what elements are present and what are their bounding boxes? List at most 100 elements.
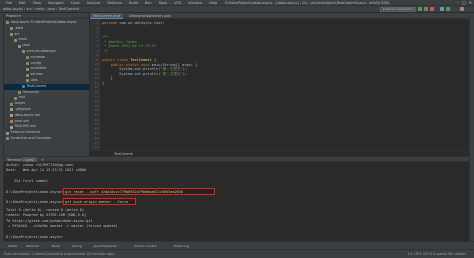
project-panel: Project ▾ dsbo-async D:\IdeaProjects\dsb… xyxy=(4,13,90,156)
status-message[interactable]: Push successful: 1 commit pushed to orig… xyxy=(4,252,114,256)
debug-icon[interactable] xyxy=(424,7,428,11)
brace: { xyxy=(151,58,157,62)
folder-icon xyxy=(26,56,29,60)
menu-item-view[interactable]: View xyxy=(33,1,41,5)
shell-prompt: D:\IdeaProjects\dsbo-async> xyxy=(6,199,63,204)
menu-item-build[interactable]: Build xyxy=(129,1,138,5)
line-number: 17 xyxy=(94,94,98,99)
keyword: public static void xyxy=(102,62,150,67)
keyword: package xyxy=(102,21,118,25)
terminal-line: D:\IdeaProjects\dsbo-async> xyxy=(6,234,63,239)
run-icon[interactable] xyxy=(418,7,422,11)
menu-item-refactor[interactable]: Refactor xyxy=(107,1,122,5)
terminal-line: D:\IdeaProjects\dsbo-async> xyxy=(6,200,63,205)
folder-icon xyxy=(18,90,21,94)
keyword: public class xyxy=(102,58,128,62)
line-number: 24 xyxy=(94,126,98,131)
menu-item-run[interactable]: Run xyxy=(145,1,152,5)
doc-comment: */ xyxy=(102,48,109,53)
menu-item-help[interactable]: Help xyxy=(209,1,217,5)
menu-item-window[interactable]: Window xyxy=(188,1,202,5)
line-number: 12 xyxy=(94,71,98,76)
method-signature: main(String[] args) { xyxy=(149,62,198,67)
line-number: 6 xyxy=(96,44,98,48)
terminal-line: D:\IdeaProjects\dsbo-async> xyxy=(6,190,63,195)
line-number: 19 xyxy=(94,103,98,108)
line-number: 27 xyxy=(94,140,98,145)
terminal-output[interactable]: Author: yuhao <327697754@qq.com> Date: W… xyxy=(4,162,469,249)
shell-prompt: D:\IdeaProjects\dsbo-async> xyxy=(6,189,63,194)
line-number: 4 xyxy=(96,34,98,39)
window-title: D:\IdeaProjects\dsbo-async - [dsbo-async… xyxy=(225,1,390,5)
vcs-commit-icon[interactable] xyxy=(446,7,450,11)
terminal-line: + 9f5b3b3...c2da10c master -> master (fo… xyxy=(6,223,118,228)
line-number: 14 xyxy=(94,80,98,85)
code-line: * @date 2021-04-14 15:21 xyxy=(102,44,156,49)
editor-gutter: 1 2 3 4 5 6 7 8 9 10 11 12 13 14 15 16 17 18 19 20 21 22 23 24 2… xyxy=(90,19,100,156)
class-name: TestCommit xyxy=(127,58,152,62)
tab-datasync-application[interactable]: DatasyncApplication.java xyxy=(126,13,174,19)
menu-bar[interactable]: File Edit View Navigate Code Analyze Refactor B… xyxy=(3,1,389,5)
menu-item-navigate[interactable]: Navigate xyxy=(48,1,64,5)
string-literal: "第一次提交" xyxy=(160,67,183,72)
breadcrumb[interactable]: dsbo-async › src › main › java › TestCom… xyxy=(3,7,79,11)
line-number: 13 xyxy=(94,76,98,81)
terminal-command: git reset --soft c2da10ccc779b8932d798db… xyxy=(65,190,183,195)
vcs-update-icon[interactable] xyxy=(440,7,444,11)
stop-icon[interactable] xyxy=(430,7,434,11)
right-tool-strip xyxy=(469,13,474,249)
line-number: 16 xyxy=(94,90,98,94)
line-number: 10 xyxy=(94,62,98,67)
line-number: 2 xyxy=(96,25,98,30)
menu-item-file[interactable]: File xyxy=(6,1,12,5)
menu-item-edit[interactable]: Edit xyxy=(19,1,26,5)
code-line: System.out.println("第二次提交"); xyxy=(102,72,187,77)
menu-item-vcs[interactable]: VCS xyxy=(174,1,181,5)
code-line: package com.wx.datasync.test; xyxy=(102,21,165,26)
menu-item-analyze[interactable]: Analyze xyxy=(87,1,101,5)
line-number: 11 xyxy=(94,67,98,71)
folder-icon xyxy=(14,38,17,42)
folder-icon xyxy=(10,32,13,36)
folder-icon xyxy=(14,96,17,100)
line-number: 23 xyxy=(94,122,98,127)
source-folder-icon xyxy=(18,44,21,48)
tree-item-label: Scratches and Consoles xyxy=(10,135,51,140)
package-icon xyxy=(22,50,25,54)
brace: } xyxy=(102,81,105,85)
line-number: 20 xyxy=(94,108,98,113)
bottom-tool-strip: TODO Terminal Build Spring Java Enterprise Ve… xyxy=(0,241,474,249)
file-icon xyxy=(10,114,13,118)
code-line: */ xyxy=(102,48,109,54)
tree-item[interactable]: Scratches and Consoles xyxy=(4,136,89,142)
search-icon[interactable] xyxy=(460,7,464,11)
brace: } xyxy=(102,76,113,81)
line-number: 1 xyxy=(96,21,98,25)
line-number: 15 xyxy=(94,85,98,90)
statement: System.out.println( xyxy=(102,71,161,76)
folder-icon xyxy=(6,21,9,25)
line-number: 25 xyxy=(94,131,98,136)
doc-comment: * @date 2021-04-14 15:21 xyxy=(102,44,157,49)
status-bar: Push successful: 1 commit pushed to orig… xyxy=(0,249,474,258)
menu-item-code[interactable]: Code xyxy=(71,1,80,5)
doc-comment: /** xyxy=(102,35,109,39)
line-number: 26 xyxy=(94,136,98,140)
status-right-info[interactable]: 5:1 CRLF UTF-8 4 spaces Git: master xyxy=(407,250,466,258)
folder-icon xyxy=(10,27,13,31)
folder-icon xyxy=(6,137,9,141)
terminal-line: Date: Wed Apr 14 15:23:21 2021 +0800 xyxy=(6,168,87,173)
terminal-line: Git first commit xyxy=(6,179,49,183)
statement: System.out.println( xyxy=(102,67,161,72)
project-tree: dsbo-async D:\IdeaProjects\dsbo-async .id… xyxy=(4,19,89,142)
line-number: 5 xyxy=(96,39,98,44)
package-name: com.wx.datasync.test; xyxy=(117,21,165,25)
terminal-command: git push origin master --force xyxy=(65,200,128,205)
java-class-icon xyxy=(22,85,25,89)
run-config-select[interactable]: DatasyncApplication xyxy=(380,7,416,12)
menu-item-tools[interactable]: Tools xyxy=(159,1,168,5)
git-push-command: git push origin master --force xyxy=(65,199,129,204)
file-icon xyxy=(10,108,13,112)
git-reset-command: git reset --soft c2da10ccc779b8932d798db… xyxy=(65,189,184,194)
library-icon xyxy=(6,131,9,135)
